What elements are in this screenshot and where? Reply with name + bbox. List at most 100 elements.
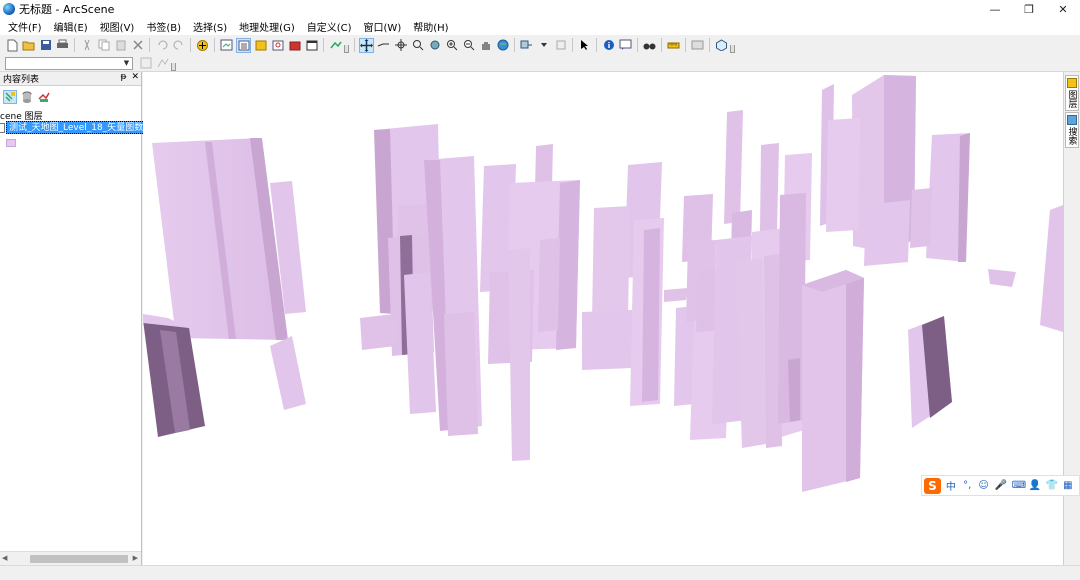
open-folder-icon[interactable]	[21, 38, 36, 53]
toc-close-icon[interactable]: ✕	[131, 72, 139, 82]
edit-tool-icon[interactable]	[138, 56, 153, 71]
zoom-in-icon[interactable]	[444, 38, 459, 53]
fly-icon[interactable]	[376, 38, 391, 53]
menu-geoprocessing[interactable]: 地理处理(G)	[235, 19, 299, 34]
scroll-left-arrow-icon[interactable]: ◀	[2, 554, 7, 562]
zoom-to-target-icon[interactable]	[410, 38, 425, 53]
menu-selection[interactable]: 选择(S)	[189, 19, 231, 34]
toolbar-separator	[572, 38, 573, 52]
cut-icon[interactable]	[79, 38, 94, 53]
window-title: 无标题 - ArcScene	[19, 3, 115, 16]
search-dock-tab[interactable]: 搜索	[1065, 112, 1079, 148]
arcscene-globe-icon	[3, 3, 15, 15]
building	[152, 138, 306, 340]
toolbar-separator	[323, 38, 324, 52]
copy-icon[interactable]	[96, 38, 111, 53]
menu-edit[interactable]: 编辑(E)	[50, 19, 92, 34]
toolbar-separator	[214, 38, 215, 52]
print-icon[interactable]	[55, 38, 70, 53]
chevron-down-icon[interactable]: ▼	[121, 58, 132, 69]
html-popup-icon[interactable]	[618, 38, 633, 53]
full-extent-icon[interactable]	[495, 38, 510, 53]
select-features-icon[interactable]	[519, 38, 534, 53]
ime-skin-icon[interactable]: 👕	[1046, 480, 1058, 491]
sogou-logo-icon[interactable]: S	[924, 477, 941, 494]
menu-view[interactable]: 视图(V)	[96, 19, 139, 34]
add-data-icon[interactable]	[195, 38, 210, 53]
list-by-drawing-order-icon[interactable]	[3, 90, 17, 104]
ime-user-icon[interactable]: 👤	[1029, 480, 1041, 491]
toolbar-overflow-icon[interactable]	[344, 45, 349, 53]
layer-name-selected[interactable]: 测试_天地图_Level_18_矢量图数据	[6, 121, 156, 134]
scroll-right-arrow-icon[interactable]: ▶	[133, 554, 138, 562]
ime-keyboard-icon[interactable]: ⌨	[1012, 480, 1026, 491]
redo-icon[interactable]	[171, 38, 186, 53]
delete-icon[interactable]	[130, 38, 145, 53]
undo-icon[interactable]	[154, 38, 169, 53]
select-elements-arrow-icon[interactable]	[577, 38, 592, 53]
menu-help[interactable]: 帮助(H)	[409, 19, 452, 34]
ime-punctuation-icon[interactable]: °,	[962, 480, 972, 491]
menu-windows[interactable]: 窗口(W)	[360, 19, 406, 34]
ime-toolbox-icon[interactable]: ▦	[1063, 480, 1073, 491]
list-by-visibility-icon[interactable]	[37, 90, 51, 104]
search-dock-label: 搜索	[1066, 127, 1077, 145]
paste-icon[interactable]	[113, 38, 128, 53]
layers-dock-tab[interactable]: 图层	[1065, 75, 1079, 111]
layers-dock-label: 图层	[1066, 90, 1077, 108]
main-toolbar	[0, 35, 1080, 55]
list-by-source-icon[interactable]	[20, 90, 34, 104]
animation-icon[interactable]	[690, 38, 705, 53]
minimize-button[interactable]: —	[978, 0, 1012, 18]
toc-header: 内容列表 ᵽ ✕	[0, 72, 141, 86]
search-window-icon[interactable]	[270, 38, 285, 53]
toolbar-separator	[637, 38, 638, 52]
target-center-icon[interactable]	[393, 38, 408, 53]
toolbar-overflow-icon[interactable]	[730, 45, 735, 53]
arctoolbox-icon[interactable]	[287, 38, 302, 53]
pan-hand-icon[interactable]	[478, 38, 493, 53]
set-observer-icon[interactable]	[427, 38, 442, 53]
menu-bookmarks[interactable]: 书签(B)	[142, 19, 185, 34]
identify-icon[interactable]	[601, 38, 616, 53]
scroll-thumb[interactable]	[30, 555, 128, 563]
catalog-window-icon[interactable]	[253, 38, 268, 53]
dropdown-arrow-icon[interactable]	[536, 38, 551, 53]
layer-node[interactable]: 测试_天地图_Level_18_矢量图数据	[0, 121, 156, 134]
toc-title: 内容列表	[3, 75, 40, 85]
layer-symbol-swatch[interactable]	[6, 139, 16, 147]
menu-customize[interactable]: 自定义(C)	[303, 19, 356, 34]
measure-icon[interactable]	[666, 38, 681, 53]
search-icon	[1067, 115, 1077, 125]
toc-horizontal-scrollbar[interactable]: ◀ ▶	[0, 551, 141, 565]
pin-icon[interactable]: ᵽ	[120, 72, 126, 82]
zoom-out-icon[interactable]	[461, 38, 476, 53]
building	[360, 124, 560, 461]
ime-emoji-icon[interactable]: ☺	[978, 480, 988, 491]
menu-file[interactable]: 文件(F)	[4, 19, 46, 34]
ime-voice-icon[interactable]: 🎤	[995, 480, 1007, 491]
ime-toolbar[interactable]: S 中 °, ☺ 🎤 ⌨ 👤 👕 ▦	[921, 475, 1080, 496]
layer-expander[interactable]	[0, 122, 5, 133]
layers-icon	[1067, 78, 1077, 88]
3d-analyst-icon[interactable]	[714, 38, 729, 53]
clear-selection-icon[interactable]	[553, 38, 568, 53]
restore-button[interactable]: ❐	[1012, 0, 1046, 18]
building	[736, 193, 864, 492]
close-button[interactable]: ✕	[1046, 0, 1080, 18]
toolbar-separator	[74, 38, 75, 52]
python-window-icon[interactable]	[304, 38, 319, 53]
ime-chinese-mode[interactable]: 中	[946, 478, 956, 493]
toolbar-separator	[709, 38, 710, 52]
scene-properties-icon[interactable]	[219, 38, 234, 53]
table-of-contents-icon[interactable]	[236, 37, 251, 53]
navigate-icon[interactable]	[359, 37, 374, 53]
layer-combo-box[interactable]: ▼	[5, 56, 133, 70]
find-binoculars-icon[interactable]	[642, 38, 657, 53]
toolbar-separator	[149, 38, 150, 52]
3d-effects-icon[interactable]	[328, 38, 343, 53]
new-document-icon[interactable]	[4, 38, 19, 53]
toolbar-overflow-icon[interactable]	[171, 63, 176, 71]
vertex-tool-icon[interactable]	[155, 56, 170, 71]
save-icon[interactable]	[38, 38, 53, 53]
